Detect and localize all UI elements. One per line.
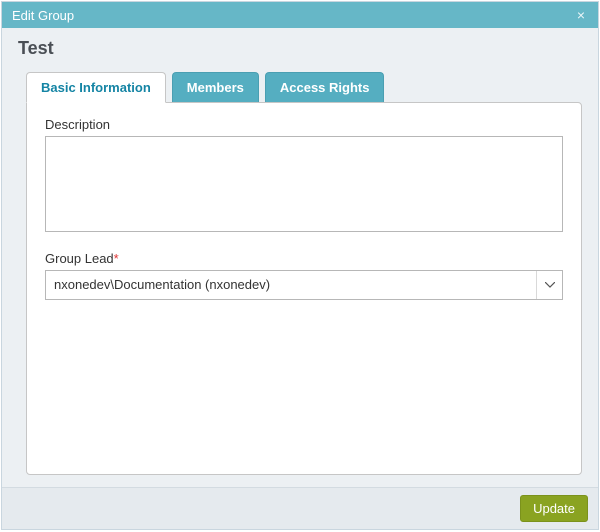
dialog-title: Edit Group (12, 8, 572, 23)
description-input[interactable] (45, 136, 563, 232)
edit-group-dialog: Edit Group × Test Basic Information Memb… (1, 1, 599, 530)
group-lead-select[interactable]: nxonedev\Documentation (nxonedev) (45, 270, 563, 300)
group-lead-selected-value: nxonedev\Documentation (nxonedev) (46, 271, 536, 299)
tab-row: Basic Information Members Access Rights (2, 61, 598, 102)
tab-members[interactable]: Members (172, 72, 259, 103)
required-mark: * (114, 251, 119, 266)
chevron-down-icon[interactable] (536, 271, 562, 299)
update-button[interactable]: Update (520, 495, 588, 522)
group-lead-label: Group Lead* (45, 251, 563, 266)
tab-panel-basic-information: Description Group Lead* nxonedev\Documen… (26, 102, 582, 475)
group-lead-label-text: Group Lead (45, 251, 114, 266)
dialog-header: Test (2, 28, 598, 61)
tab-access-rights[interactable]: Access Rights (265, 72, 385, 103)
close-icon[interactable]: × (572, 6, 590, 24)
dialog-footer: Update (2, 487, 598, 529)
description-label: Description (45, 117, 563, 132)
tab-basic-information[interactable]: Basic Information (26, 72, 166, 103)
group-name-heading: Test (18, 38, 582, 59)
dialog-titlebar: Edit Group × (2, 2, 598, 28)
